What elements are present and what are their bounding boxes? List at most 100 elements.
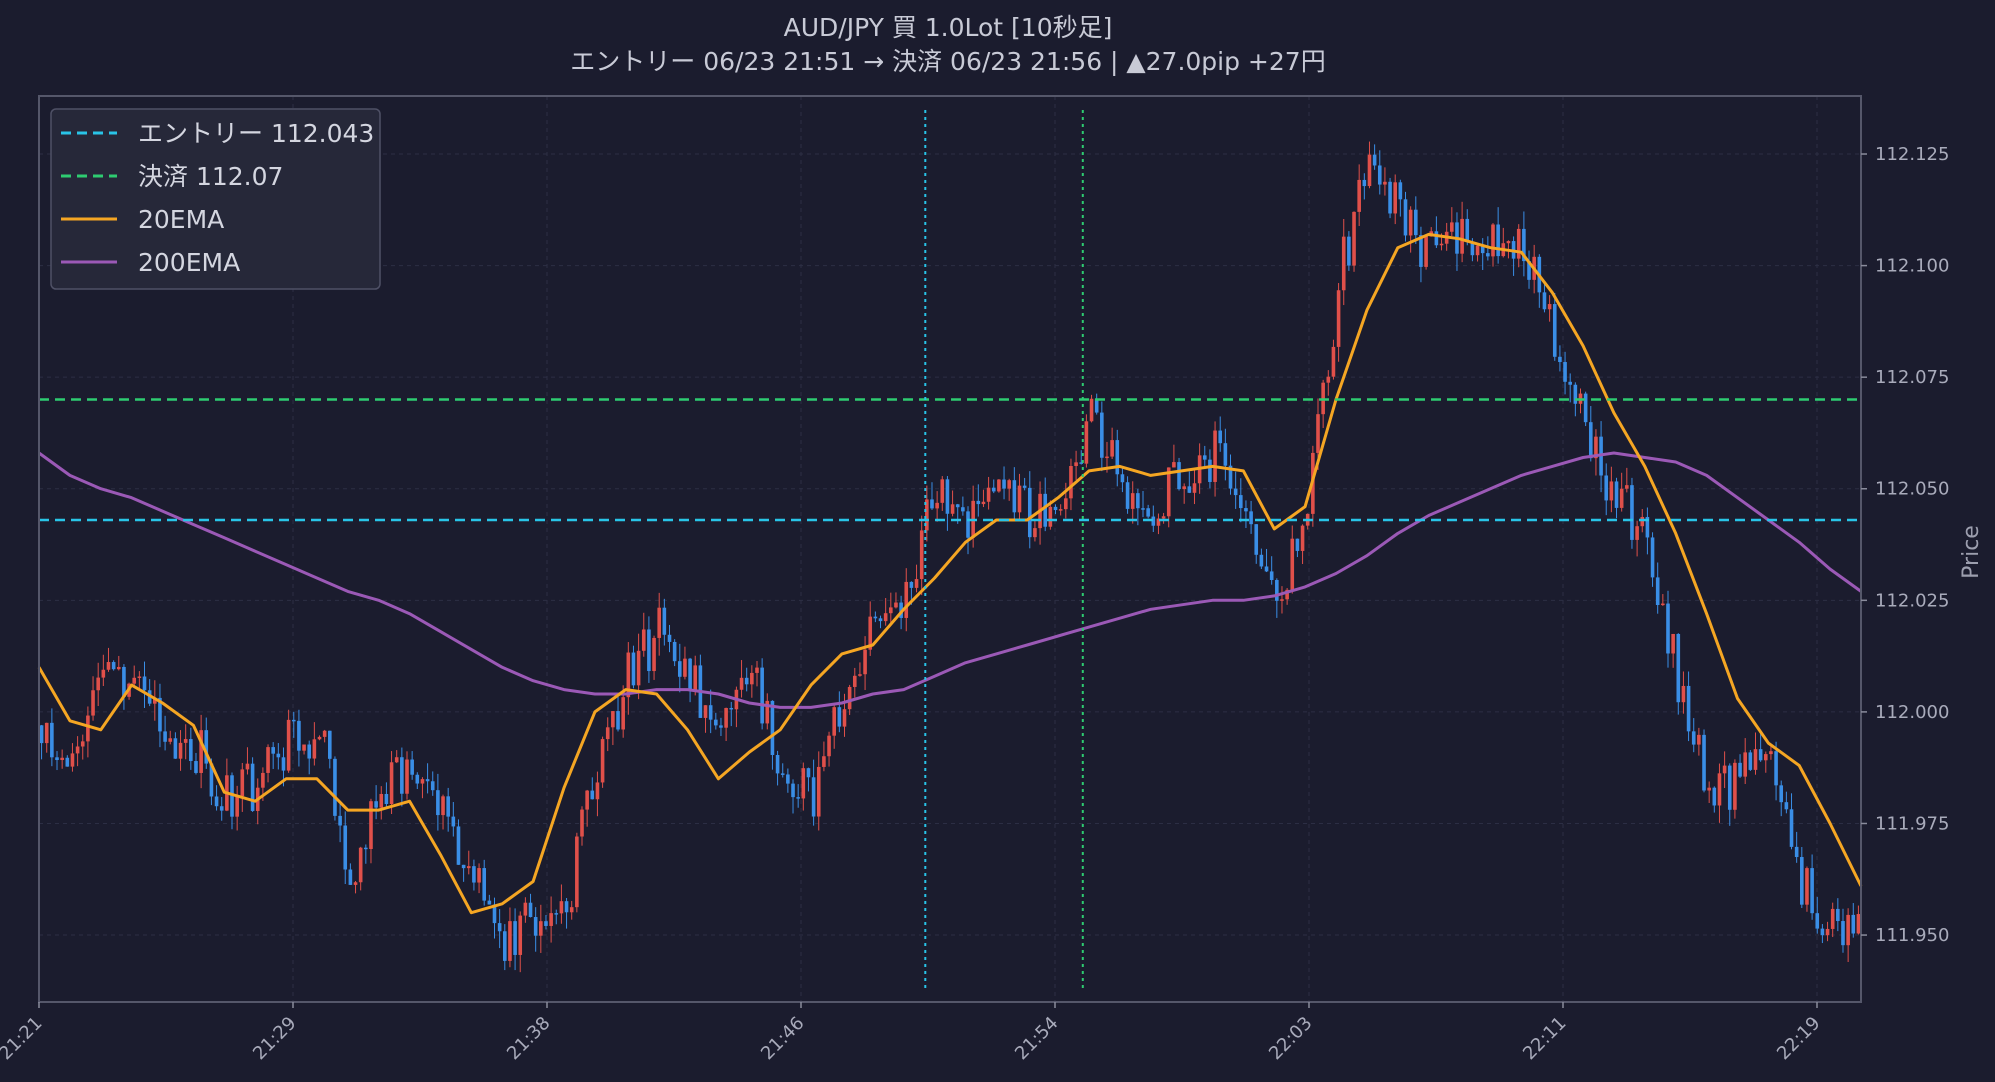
candle-body (816, 766, 821, 817)
candle-body (1115, 440, 1120, 475)
candle-body (595, 782, 600, 800)
legend-entry-label: エントリー 112.043 (138, 119, 374, 148)
candle-body (811, 777, 816, 817)
candle-body (945, 479, 950, 514)
candle-body (86, 715, 90, 742)
candle-body (1851, 914, 1856, 934)
candle-body (641, 629, 646, 651)
candle-down (1583, 391, 1588, 427)
candle-body (1316, 414, 1320, 453)
candle-body (909, 581, 914, 588)
candle-body (1563, 362, 1567, 382)
candle-body (1774, 751, 1778, 786)
candle-body (961, 507, 965, 512)
candle-body (1661, 603, 1665, 606)
candle-body (194, 761, 198, 773)
candle-body (333, 758, 337, 816)
candle-body (1177, 462, 1181, 490)
candle-body (1120, 474, 1125, 483)
candle-body (518, 915, 523, 955)
candle-body (1810, 868, 1814, 914)
candle-body (1295, 538, 1300, 551)
candle-body (1424, 236, 1428, 267)
candle-body (389, 762, 394, 805)
candle-body (878, 618, 883, 622)
candle-body (214, 796, 219, 807)
candle-body (1825, 928, 1830, 936)
candle-body (1727, 765, 1732, 810)
candle-body (420, 779, 425, 784)
candle-body (523, 902, 528, 916)
candle-body (384, 793, 389, 805)
candle-body (513, 921, 517, 955)
candle-body (1676, 633, 1681, 703)
candle-body (415, 774, 420, 784)
candle-body (446, 796, 450, 817)
candle-body (1100, 412, 1104, 458)
candle-body (1439, 243, 1444, 246)
candle-body (1182, 486, 1186, 490)
candle-body (894, 602, 898, 608)
candle-body (539, 921, 543, 936)
candle-body (775, 755, 780, 774)
candle-body (760, 667, 764, 724)
candle-body (1655, 577, 1660, 605)
candle-body (1506, 241, 1511, 244)
candle-body (827, 735, 831, 757)
candle-body (966, 511, 970, 538)
candle-body (1033, 528, 1037, 538)
candle-body (55, 757, 59, 761)
candle-body (75, 746, 80, 754)
candle-body (1635, 526, 1639, 540)
candle-body (91, 690, 95, 716)
candle-body (750, 672, 754, 685)
candle-body (1089, 398, 1094, 422)
candle-body (1758, 749, 1763, 761)
candle-down (1388, 177, 1392, 219)
candle-body (1681, 685, 1686, 703)
candle-body (1069, 465, 1073, 499)
candle-body (914, 579, 919, 588)
candle-body (852, 675, 857, 687)
candle-body (569, 907, 574, 913)
candle-body (1249, 511, 1253, 525)
candle-body (1614, 481, 1619, 508)
candle-body (1496, 224, 1500, 257)
chart-subtitle: エントリー 06/23 21:51 → 決済 06/23 21:56 | ▲27… (570, 47, 1325, 76)
candle-body (451, 816, 456, 827)
candle-body (1568, 381, 1573, 385)
candle-body (616, 711, 620, 730)
candle-body (1233, 488, 1238, 496)
candle-body (189, 739, 193, 762)
candle-body (1738, 762, 1742, 777)
candle-body (80, 741, 85, 747)
chart-container: AUD/JPY 買 1.0Lot [10秒足] エントリー 06/23 21:5… (0, 0, 1995, 1082)
y-tick-label: 112.000 (1875, 702, 1949, 723)
candle-body (219, 806, 224, 811)
candle-body (1722, 765, 1727, 774)
y-axis-title: Price (1959, 525, 1984, 579)
candle-body (1259, 554, 1264, 567)
candle-body (858, 674, 862, 676)
candle-body (1053, 506, 1058, 511)
candle-body (1300, 525, 1305, 551)
candle-body (379, 793, 384, 808)
candle-body (1856, 914, 1861, 934)
chart-title: AUD/JPY 買 1.0Lot [10秒足] (784, 13, 1113, 42)
candle-body (647, 629, 651, 672)
candle-body (1074, 462, 1078, 466)
candle-body (997, 479, 1001, 492)
candle-body (1357, 179, 1361, 212)
candle-body (605, 727, 610, 740)
candle-body (65, 757, 70, 767)
candle-body (502, 931, 507, 961)
candle-body (276, 753, 281, 758)
candle-body (714, 719, 718, 726)
y-tick-label: 112.075 (1875, 367, 1949, 388)
candle-body (142, 676, 147, 691)
candle-body (919, 530, 924, 580)
legend: エントリー 112.043 決済 112.07 20EMA 200EMA (50, 108, 381, 290)
candle-body (1130, 493, 1135, 509)
candle-body (1244, 508, 1248, 512)
candle-body (44, 722, 49, 744)
